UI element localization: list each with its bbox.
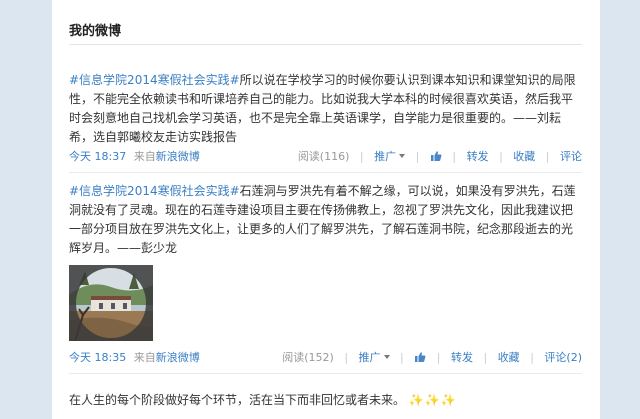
post-text: #信息学院2014寒假社会实践#石莲洞与罗洪先有着不解之缘，可以说，如果没有罗洪… xyxy=(69,182,582,258)
post-time-link[interactable]: 今天 18:37 xyxy=(69,150,126,163)
feed-item-partial: 在人生的每个阶段做好每个环节，活在当下而非回忆或者未来。 ✨✨✨ xyxy=(69,391,457,409)
action-separator: | xyxy=(415,150,420,163)
feed-item: #信息学院2014寒假社会实践#石莲洞与罗洪先有着不解之缘，可以说，如果没有罗洪… xyxy=(69,182,582,367)
topic-link[interactable]: #信息学院2014寒假社会实践# xyxy=(69,184,240,198)
page-background: 我的微博 #信息学院2014寒假社会实践#所以说在学校学习的时候你要认识到课本知… xyxy=(0,0,640,419)
source-link[interactable]: 新浪微博 xyxy=(156,150,200,163)
post-photo-thumbnail[interactable] xyxy=(69,265,153,341)
action-separator: | xyxy=(545,150,550,163)
from-label: 来自 xyxy=(133,150,156,163)
weibo-feed-panel: 我的微博 #信息学院2014寒假社会实践#所以说在学校学习的时候你要认识到课本知… xyxy=(52,0,600,419)
promote-button[interactable]: 推广 xyxy=(374,150,406,163)
action-separator: | xyxy=(452,150,457,163)
favorite-button[interactable]: 收藏 xyxy=(513,150,535,163)
post-time-source: 今天 18:37 来自新浪微博 xyxy=(69,148,200,166)
action-separator: | xyxy=(344,351,349,364)
action-separator: | xyxy=(499,150,503,163)
forward-button[interactable]: 转发 xyxy=(467,150,489,163)
comment-button[interactable]: 评论(2) xyxy=(544,351,582,364)
panel-title: 我的微博 xyxy=(69,24,122,39)
item-divider xyxy=(69,373,582,374)
view-count: 阅读(152) xyxy=(282,351,334,364)
action-separator: | xyxy=(530,351,534,364)
thumbs-up-icon[interactable] xyxy=(430,150,442,162)
view-count: 阅读(116) xyxy=(297,150,350,163)
post-actions: 阅读(116) | 推广 | | 转发 | 收藏 | 评论 xyxy=(298,148,582,166)
promote-button[interactable]: 推广 xyxy=(359,351,390,364)
post-body: 在人生的每个阶段做好每个环节，活在当下而非回忆或者未来。 xyxy=(69,393,406,407)
post-time-link[interactable]: 今天 18:35 xyxy=(69,351,126,364)
post-text: #信息学院2014寒假社会实践#所以说在学校学习的时候你要认识到课本知识和课堂知… xyxy=(69,71,582,147)
action-separator: | xyxy=(359,150,364,163)
topic-link[interactable]: #信息学院2014寒假社会实践# xyxy=(69,73,240,87)
thumbs-up-icon[interactable] xyxy=(414,351,426,363)
title-divider xyxy=(69,44,582,45)
promote-label: 推广 xyxy=(374,150,397,163)
action-separator: | xyxy=(483,351,488,364)
action-separator: | xyxy=(436,351,441,364)
comment-button[interactable]: 评论 xyxy=(560,150,582,163)
promote-label: 推广 xyxy=(358,351,381,364)
from-label: 来自 xyxy=(133,351,156,364)
action-separator: | xyxy=(400,351,404,364)
chevron-down-icon xyxy=(399,154,406,158)
chevron-down-icon xyxy=(383,355,390,359)
sparkle-emoji-icon: ✨✨✨ xyxy=(408,393,457,407)
item-divider xyxy=(69,172,582,173)
feed-item: #信息学院2014寒假社会实践#所以说在学校学习的时候你要认识到课本知识和课堂知… xyxy=(69,71,582,167)
source-link[interactable]: 新浪微博 xyxy=(156,351,200,364)
forward-button[interactable]: 转发 xyxy=(451,351,473,364)
post-time-source: 今天 18:35 来自新浪微博 xyxy=(69,349,200,367)
post-meta: 今天 18:37 来自新浪微博 阅读(116) | 推广 | | 转发 | 收藏… xyxy=(69,148,582,166)
post-actions: 阅读(152) | 推广 | | 转发 | 收藏 | 评论(2) xyxy=(282,349,582,367)
post-meta: 今天 18:35 来自新浪微博 阅读(152) | 推广 | | 转发 | 收藏… xyxy=(69,349,582,367)
favorite-button[interactable]: 收藏 xyxy=(498,351,520,364)
